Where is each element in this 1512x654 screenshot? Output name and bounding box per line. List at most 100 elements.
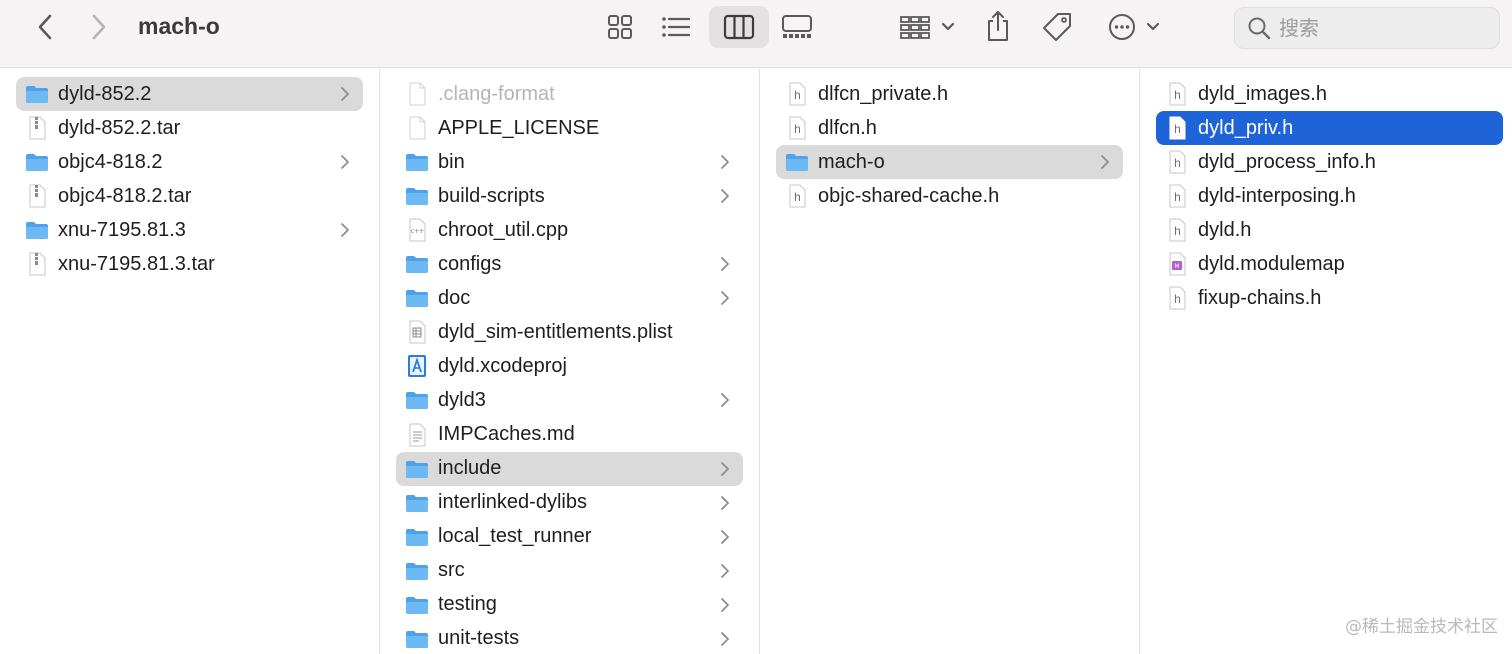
plist-icon xyxy=(404,319,430,345)
folder-icon xyxy=(404,149,430,175)
finder-window: mach-o 搜索 dyld-852.2 dyld-852.2.tar objc… xyxy=(0,0,1512,654)
folder-icon xyxy=(24,217,50,243)
item-label: dyld3 xyxy=(438,388,486,411)
column-4-item[interactable]: h dyld_images.h xyxy=(1164,77,1503,111)
column-2-item[interactable]: dyld_sim-entitlements.plist xyxy=(404,315,743,349)
chevron-down-icon xyxy=(1146,22,1160,31)
item-label: dlfcn_private.h xyxy=(818,82,949,105)
svg-text:h: h xyxy=(1174,292,1181,306)
column-2-item[interactable]: bin xyxy=(404,145,743,179)
chevron-right-icon xyxy=(719,562,731,580)
column-4-item[interactable]: h fixup-chains.h xyxy=(1164,281,1503,315)
column-1-item[interactable]: xnu-7195.81.3.tar xyxy=(24,247,363,281)
tag-icon xyxy=(1043,13,1071,41)
column-2-item[interactable]: IMPCaches.md xyxy=(404,418,743,452)
header-file-icon: h xyxy=(1164,149,1190,175)
folder-icon xyxy=(24,149,50,175)
column-2-item[interactable]: src xyxy=(404,554,743,588)
svg-text:h: h xyxy=(1174,122,1181,136)
column-2-item[interactable]: doc xyxy=(404,281,743,315)
column-4[interactable]: h dyld_images.h h dyld_priv.h h dyld_process_… xyxy=(1140,69,1512,654)
column-2-item[interactable]: testing xyxy=(404,588,743,622)
more-actions-button[interactable] xyxy=(1104,8,1164,46)
text-file-icon xyxy=(404,422,430,448)
column-4-item[interactable]: h dyld_priv.h xyxy=(1156,111,1503,146)
grid-icon xyxy=(608,15,632,39)
column-4-item[interactable]: h dyld_process_info.h xyxy=(1164,145,1503,179)
column-4-item[interactable]: h dyld-interposing.h xyxy=(1164,179,1503,213)
column-2-item[interactable]: interlinked-dylibs xyxy=(404,486,743,520)
column-2-item[interactable]: configs xyxy=(404,247,743,281)
item-label: objc4-818.2 xyxy=(58,150,163,173)
chevron-right-icon xyxy=(92,14,106,40)
column-1-item[interactable]: objc4-818.2.tar xyxy=(24,179,363,213)
svg-text:h: h xyxy=(794,122,801,136)
column-1-item[interactable]: objc4-818.2 xyxy=(24,145,363,179)
column-1-item[interactable]: xnu-7195.81.3 xyxy=(24,213,363,247)
group-icon xyxy=(900,16,930,39)
column-3-item[interactable]: h dlfcn_private.h xyxy=(784,77,1123,111)
item-label: dlfcn.h xyxy=(818,116,877,139)
icon-view-button[interactable] xyxy=(602,10,638,44)
item-label: .clang-format xyxy=(438,82,555,105)
item-label: dyld_images.h xyxy=(1198,82,1327,105)
item-label: objc-shared-cache.h xyxy=(818,184,1000,207)
column-4-item[interactable]: Mdyld.modulemap xyxy=(1164,247,1503,281)
back-button[interactable] xyxy=(28,10,62,44)
column-3[interactable]: h dlfcn_private.h h dlfcn.h mach-o h objc-shar… xyxy=(760,69,1140,654)
group-button[interactable] xyxy=(896,10,958,44)
folder-icon xyxy=(404,285,430,311)
column-2-item[interactable]: unit-tests xyxy=(404,622,743,654)
svg-text:h: h xyxy=(1174,88,1181,102)
svg-text:c++: c++ xyxy=(411,228,424,235)
column-3-item[interactable]: mach-o xyxy=(776,145,1123,180)
search-input[interactable] xyxy=(1279,16,1479,40)
item-label: dyld-852.2.tar xyxy=(58,116,181,139)
item-label: dyld.h xyxy=(1198,218,1252,241)
column-2-item[interactable]: include xyxy=(396,451,743,486)
item-label: unit-tests xyxy=(438,627,520,650)
columns-icon xyxy=(723,14,755,40)
column-3-item[interactable]: h dlfcn.h xyxy=(784,111,1123,145)
chevron-left-icon xyxy=(38,14,52,40)
gallery-icon xyxy=(782,15,812,38)
header-file-icon: h xyxy=(1164,285,1190,311)
chevron-right-icon xyxy=(719,255,731,273)
folder-icon xyxy=(404,251,430,277)
share-button[interactable] xyxy=(980,6,1016,46)
gallery-view-button[interactable] xyxy=(777,10,817,44)
folder-icon xyxy=(404,626,430,652)
list-view-button[interactable] xyxy=(658,10,694,44)
svg-text:h: h xyxy=(1174,156,1181,170)
column-2-item[interactable]: dyld3 xyxy=(404,383,743,417)
chevron-right-icon xyxy=(719,391,731,409)
column-1[interactable]: dyld-852.2 dyld-852.2.tar objc4-818.2 objc4… xyxy=(0,69,380,654)
search-icon xyxy=(1248,17,1271,40)
column-2-item[interactable]: c++ chroot_util.cpp xyxy=(404,213,743,247)
item-label: local_test_runner xyxy=(438,525,592,548)
header-file-icon: h xyxy=(1164,81,1190,107)
column-4-item[interactable]: h dyld.h xyxy=(1164,213,1503,247)
column-2[interactable]: .clang-format APPLE_LICENSEbin build-scrip… xyxy=(380,69,760,654)
column-2-item[interactable]: .clang-format xyxy=(404,77,743,111)
watermark: @稀土掘金技术社区 xyxy=(1345,617,1498,637)
column-view-button[interactable] xyxy=(709,6,769,48)
item-label: dyld.modulemap xyxy=(1198,252,1345,275)
column-1-item[interactable]: dyld-852.2.tar xyxy=(24,111,363,145)
column-2-item[interactable]: local_test_runner xyxy=(404,520,743,554)
chevron-right-icon xyxy=(719,153,731,171)
file-icon xyxy=(404,115,430,141)
column-3-item[interactable]: h objc-shared-cache.h xyxy=(784,179,1123,213)
column-2-item[interactable]: dyld.xcodeproj xyxy=(404,349,743,383)
search-field[interactable] xyxy=(1234,7,1500,49)
column-2-item[interactable]: APPLE_LICENSE xyxy=(404,111,743,145)
folder-icon xyxy=(404,387,430,413)
item-label: bin xyxy=(438,150,465,173)
xcodeproj-icon xyxy=(404,353,430,379)
column-2-item[interactable]: build-scripts xyxy=(404,179,743,213)
column-1-item[interactable]: dyld-852.2 xyxy=(16,77,363,111)
svg-text:M: M xyxy=(1174,263,1179,270)
header-file-icon: h xyxy=(1164,115,1190,141)
tag-button[interactable] xyxy=(1038,8,1076,46)
forward-button[interactable] xyxy=(82,10,116,44)
